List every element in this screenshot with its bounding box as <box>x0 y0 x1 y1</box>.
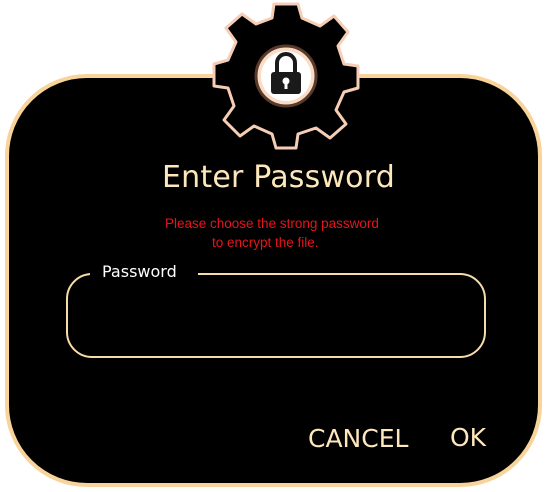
lock-gear-icon <box>212 2 360 150</box>
password-field-label: Password <box>102 262 177 281</box>
password-dialog-stage: Enter Password Please choose the strong … <box>0 0 547 492</box>
ok-button[interactable]: OK <box>450 423 486 452</box>
hint-text-line2: to encrypt the file. <box>212 235 319 250</box>
hint-text-line1: Please choose the strong password <box>165 216 379 231</box>
cancel-button[interactable]: CANCEL <box>308 424 408 453</box>
password-input[interactable] <box>86 296 470 338</box>
dialog-title: Enter Password <box>162 160 395 195</box>
